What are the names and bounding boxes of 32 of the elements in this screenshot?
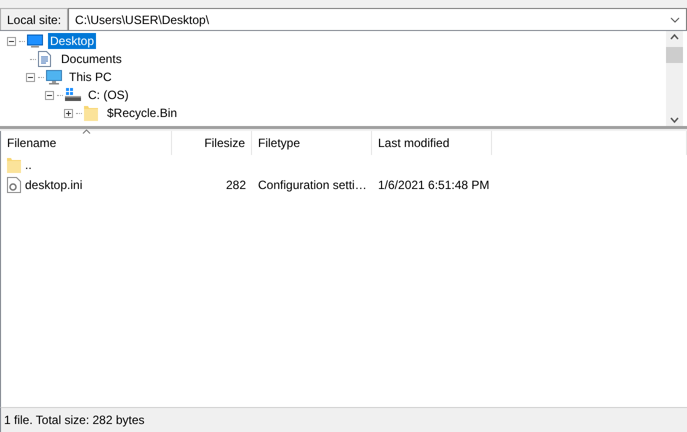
computer-icon — [46, 70, 62, 84]
local-site-label: Local site: — [0, 8, 68, 30]
collapse-icon[interactable] — [26, 72, 35, 82]
tree-item[interactable]: This PC — [67, 69, 114, 85]
scrollbar[interactable] — [666, 31, 683, 126]
table-cell: 282 — [226, 178, 246, 192]
table-cell: Configuration setti… — [258, 178, 367, 192]
chevron-down-icon — [670, 16, 680, 22]
folder-icon — [7, 157, 21, 173]
tree-item[interactable]: Desktop — [48, 33, 96, 49]
collapse-icon[interactable] — [45, 90, 54, 100]
column-header[interactable]: Filename — [1, 131, 172, 155]
tree-item[interactable]: C: (OS) — [86, 87, 131, 103]
path-field[interactable]: C:\Users\USER\Desktop\ — [75, 12, 664, 26]
file-name: desktop.ini — [25, 178, 82, 192]
column-header[interactable]: Filesize — [172, 131, 252, 155]
folder-icon — [84, 105, 98, 121]
path-dropdown[interactable]: C:\Users\USER\Desktop\ — [68, 8, 687, 30]
drive-icon — [65, 88, 81, 102]
collapse-icon[interactable] — [7, 36, 16, 46]
monitor-icon — [27, 34, 43, 48]
tree-item[interactable]: $Recycle.Bin — [105, 105, 180, 121]
status-text: 1 file. Total size: 282 bytes — [4, 413, 145, 427]
document-icon — [38, 51, 51, 67]
expand-icon[interactable] — [64, 108, 73, 118]
scrollbar-thumb[interactable] — [666, 47, 683, 63]
table-cell: 1/6/2021 6:51:48 PM — [378, 178, 490, 192]
tree-item[interactable]: Documents — [59, 51, 124, 67]
settings-file-icon — [7, 177, 21, 193]
column-header[interactable]: Filetype — [252, 131, 372, 155]
column-header[interactable]: Last modified — [372, 131, 492, 155]
file-name: .. — [25, 158, 32, 172]
